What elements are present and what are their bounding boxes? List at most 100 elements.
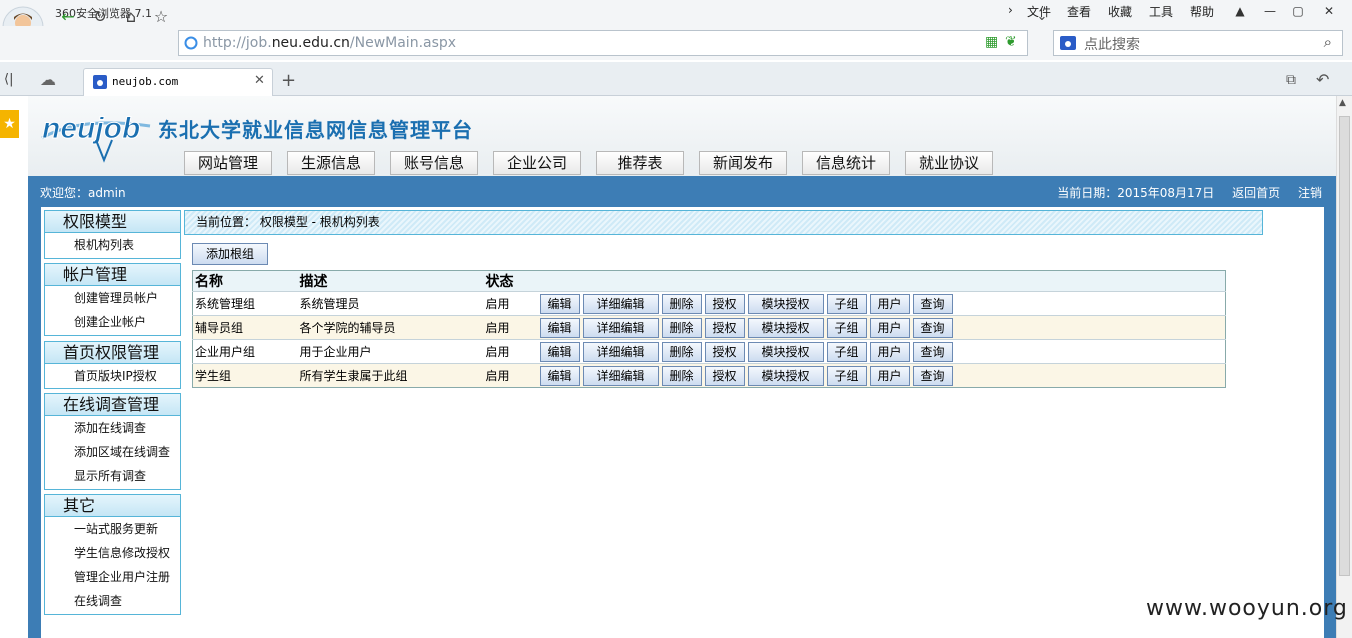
query-button[interactable]: 查询 xyxy=(912,341,953,362)
menu-tools[interactable]: 工具 xyxy=(1149,3,1173,20)
page-icon xyxy=(184,36,198,50)
add-root-group-button[interactable]: 添加根组 xyxy=(192,243,268,265)
maximize-icon[interactable]: ▢ xyxy=(1287,2,1309,20)
back-icon[interactable]: ← xyxy=(56,5,80,29)
chevron-down-icon[interactable]: ⌄ xyxy=(1030,5,1054,29)
sidebar-item-ip-auth[interactable]: 首页版块IP授权 xyxy=(45,364,180,388)
cell-status: 启用 xyxy=(483,291,538,316)
topmenu-recommendation[interactable]: 推荐表 xyxy=(596,151,684,175)
search-input[interactable]: 点此搜索 ⌕ xyxy=(1053,30,1343,56)
delete-button[interactable]: 删除 xyxy=(661,365,702,386)
topmenu-agreement[interactable]: 就业协议 xyxy=(905,151,993,175)
subgroup-button[interactable]: 子组 xyxy=(826,293,867,314)
neujob-logo[interactable]: neujob xyxy=(40,102,152,164)
tab-neujob[interactable]: neujob.com ✕ xyxy=(83,68,273,96)
edit-button[interactable]: 编辑 xyxy=(539,317,580,338)
edit-button[interactable]: 编辑 xyxy=(539,293,580,314)
sidebar-toggle-icon[interactable]: ⟨| xyxy=(4,72,13,87)
authorize-button[interactable]: 授权 xyxy=(704,293,745,314)
close-tab-icon[interactable]: ✕ xyxy=(254,73,265,88)
detail-edit-button[interactable]: 详细编辑 xyxy=(582,293,659,314)
cell-name: 系统管理组 xyxy=(192,291,298,316)
speed-mode-icon[interactable]: ❦ xyxy=(1005,34,1017,50)
favorites-star-icon[interactable]: ★ xyxy=(0,110,19,138)
home-link[interactable]: 返回首页 xyxy=(1232,186,1280,200)
delete-button[interactable]: 删除 xyxy=(661,317,702,338)
users-button[interactable]: 用户 xyxy=(869,341,910,362)
home-icon[interactable]: ⌂ xyxy=(119,5,143,29)
users-button[interactable]: 用户 xyxy=(869,365,910,386)
topmenu-statistics[interactable]: 信息统计 xyxy=(802,151,890,175)
sidebar-item-create-admin[interactable]: 创建管理员帐户 xyxy=(45,286,180,310)
module-authorize-button[interactable]: 模块授权 xyxy=(747,293,824,314)
tab-title: neujob.com xyxy=(112,75,179,88)
users-button[interactable]: 用户 xyxy=(869,293,910,314)
cell-desc: 用于企业用户 xyxy=(297,339,484,364)
close-window-icon[interactable]: ✕ xyxy=(1318,2,1340,20)
sidebar-group-title[interactable]: 其它 xyxy=(45,495,180,517)
sidebar-item-student-edit-auth[interactable]: 学生信息修改授权 xyxy=(45,541,180,565)
minimize-icon[interactable]: — xyxy=(1259,2,1281,20)
star-icon[interactable]: ☆ xyxy=(149,5,173,29)
edit-button[interactable]: 编辑 xyxy=(539,365,580,386)
sidebar-item-create-company[interactable]: 创建企业帐户 xyxy=(45,310,180,334)
users-button[interactable]: 用户 xyxy=(869,317,910,338)
authorize-button[interactable]: 授权 xyxy=(704,365,745,386)
sidebar-item-one-stop[interactable]: 一站式服务更新 xyxy=(45,517,180,541)
sidebar-item-root-list[interactable]: 根机构列表 xyxy=(45,233,180,257)
query-button[interactable]: 查询 xyxy=(912,293,953,314)
sidebar-item-company-register[interactable]: 管理企业用户注册 xyxy=(45,565,180,589)
sidebar-item-online-survey[interactable]: 在线调查 xyxy=(45,589,180,613)
module-authorize-button[interactable]: 模块授权 xyxy=(747,341,824,362)
cell-name: 企业用户组 xyxy=(192,339,298,364)
detail-edit-button[interactable]: 详细编辑 xyxy=(582,341,659,362)
chevron-right-icon[interactable]: › xyxy=(1008,3,1013,17)
subgroup-button[interactable]: 子组 xyxy=(826,341,867,362)
query-button[interactable]: 查询 xyxy=(912,317,953,338)
sidebar-item-add-region-survey[interactable]: 添加区域在线调查 xyxy=(45,440,180,464)
sidebar-group-title[interactable]: 帐户管理 xyxy=(45,264,180,286)
new-tab-icon[interactable]: + xyxy=(281,70,296,91)
delete-button[interactable]: 删除 xyxy=(661,293,702,314)
qrcode-icon[interactable]: ▦ xyxy=(985,34,998,50)
authorize-button[interactable]: 授权 xyxy=(704,341,745,362)
authorize-button[interactable]: 授权 xyxy=(704,317,745,338)
menu-help[interactable]: 帮助 xyxy=(1190,3,1214,20)
topmenu-account-info[interactable]: 账号信息 xyxy=(390,151,478,175)
reload-icon[interactable]: ↻ xyxy=(88,5,112,29)
scrollbar-thumb[interactable] xyxy=(1339,116,1350,576)
scroll-up-icon[interactable]: ▲ xyxy=(1339,98,1346,108)
query-button[interactable]: 查询 xyxy=(912,365,953,386)
module-authorize-button[interactable]: 模块授权 xyxy=(747,365,824,386)
table-row: 学生组 所有学生隶属于此组 启用 编辑 详细编辑 删除 授权 模块授权 子组 用户 查询 xyxy=(192,363,1226,388)
sidebar-group-title[interactable]: 首页权限管理 xyxy=(45,342,180,364)
module-authorize-button[interactable]: 模块授权 xyxy=(747,317,824,338)
edit-button[interactable]: 编辑 xyxy=(539,341,580,362)
logout-link[interactable]: 注销 xyxy=(1298,186,1322,200)
tab-list-icon[interactable]: ⧉ xyxy=(1286,72,1296,88)
cloud-icon[interactable]: ☁ xyxy=(40,70,56,89)
subgroup-button[interactable]: 子组 xyxy=(826,365,867,386)
sidebar-group-title[interactable]: 权限模型 xyxy=(45,211,180,233)
undo-close-icon[interactable]: ↶ xyxy=(1316,70,1329,89)
menu-favorites[interactable]: 收藏 xyxy=(1108,3,1132,20)
topmenu-news[interactable]: 新闻发布 xyxy=(699,151,787,175)
sidebar-group-permission: 权限模型 根机构列表 xyxy=(44,210,181,259)
sidebar-item-add-survey[interactable]: 添加在线调查 xyxy=(45,416,180,440)
search-icon[interactable]: ⌕ xyxy=(1324,33,1332,51)
address-url[interactable]: http://job.neu.edu.cn/NewMain.aspx xyxy=(203,35,456,51)
skin-icon[interactable]: ▲ xyxy=(1229,2,1251,20)
topmenu-site-admin[interactable]: 网站管理 xyxy=(184,151,272,175)
topmenu-company[interactable]: 企业公司 xyxy=(493,151,581,175)
table-row: 辅导员组 各个学院的辅导员 启用 编辑 详细编辑 删除 授权 模块授权 子组 用户 查询 xyxy=(192,315,1226,340)
detail-edit-button[interactable]: 详细编辑 xyxy=(582,317,659,338)
vertical-scrollbar[interactable]: ▲ xyxy=(1336,96,1352,638)
topmenu-student-source[interactable]: 生源信息 xyxy=(287,151,375,175)
sidebar-group-title[interactable]: 在线调查管理 xyxy=(45,394,180,416)
delete-button[interactable]: 删除 xyxy=(661,341,702,362)
detail-edit-button[interactable]: 详细编辑 xyxy=(582,365,659,386)
subgroup-button[interactable]: 子组 xyxy=(826,317,867,338)
sidebar-item-all-surveys[interactable]: 显示所有调查 xyxy=(45,464,180,488)
address-bar[interactable]: http://job.neu.edu.cn/NewMain.aspx ▦ ❦ xyxy=(178,30,1028,56)
menu-view[interactable]: 查看 xyxy=(1067,3,1091,20)
